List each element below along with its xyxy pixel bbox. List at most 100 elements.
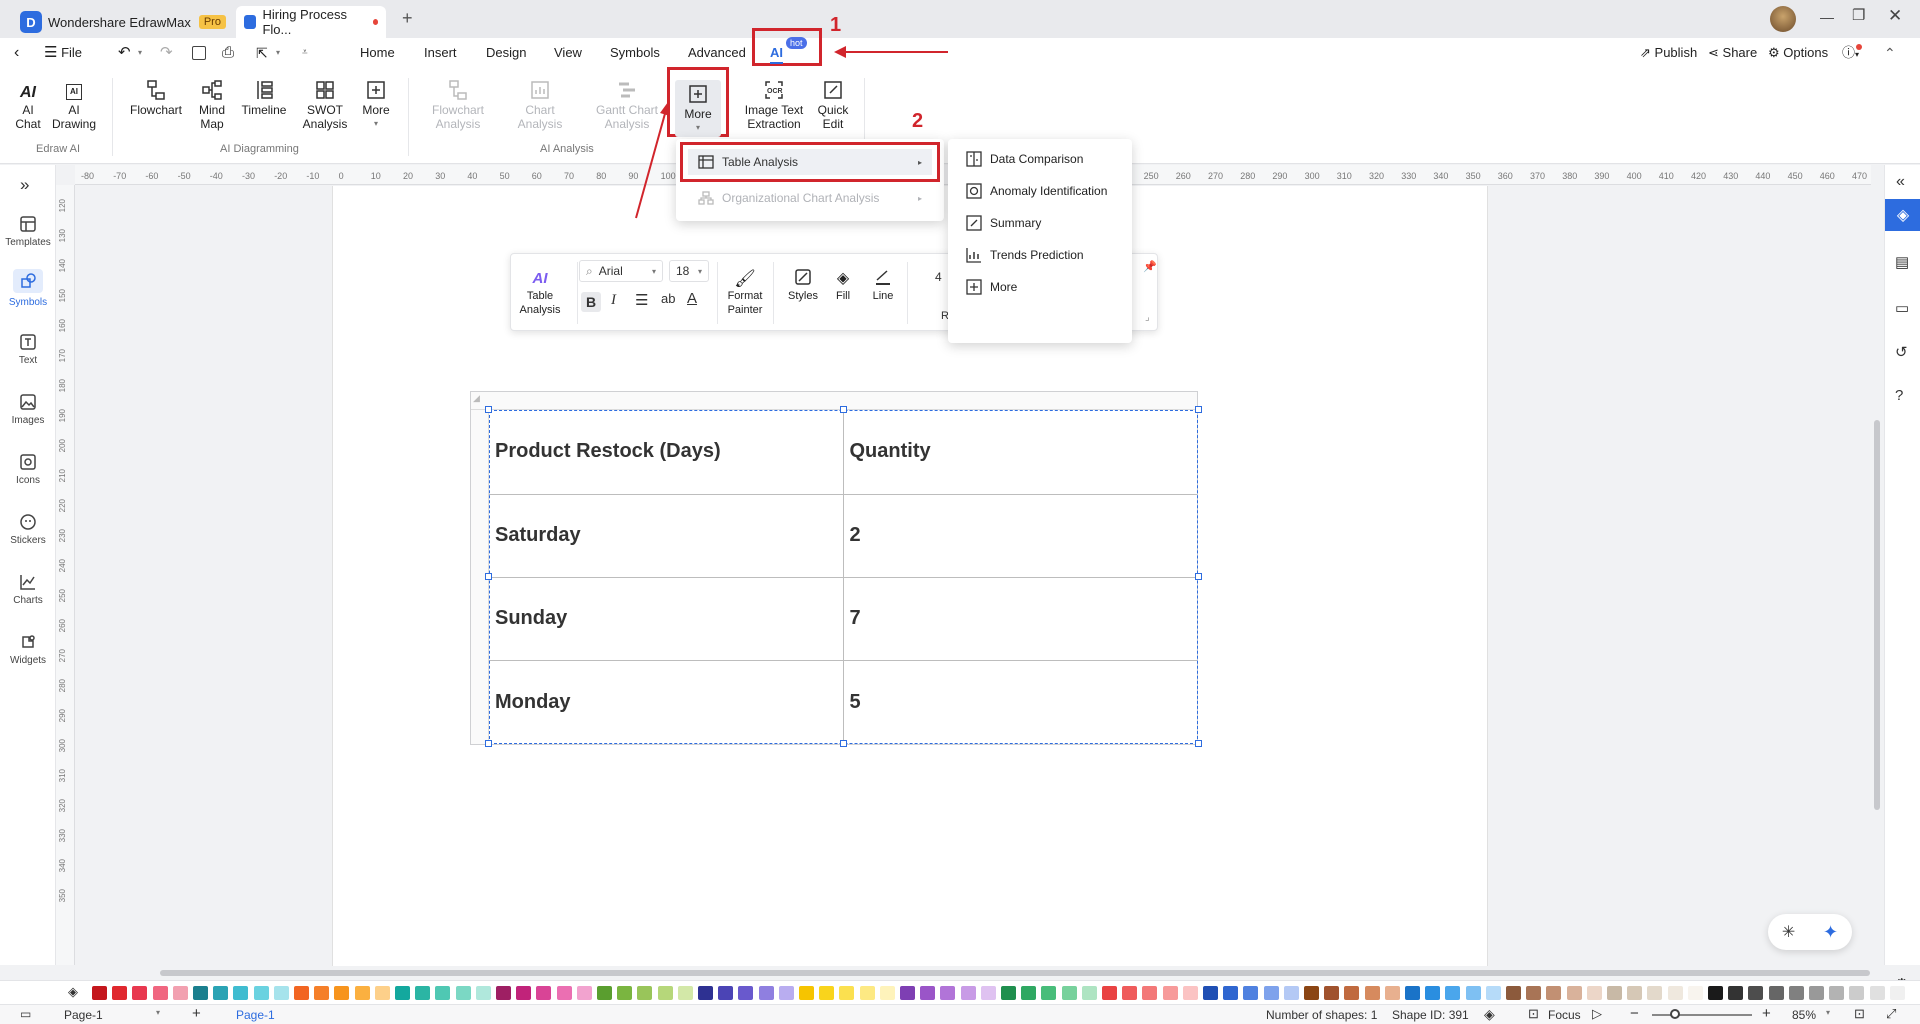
color-swatch[interactable] bbox=[1304, 986, 1319, 1000]
fill-button[interactable]: ◈ Fill bbox=[827, 264, 859, 303]
menu-advanced[interactable]: Advanced bbox=[688, 38, 746, 68]
menu-item-anomaly-identification[interactable]: Anomaly Identification bbox=[966, 183, 1107, 199]
document-tab[interactable]: Hiring Process Flo... bbox=[236, 6, 386, 38]
presentation-icon[interactable]: ▭ bbox=[1895, 299, 1909, 317]
quick-access-dropdown-icon[interactable]: ⩡ bbox=[302, 38, 308, 68]
color-swatch[interactable] bbox=[677, 986, 693, 1000]
page-tab[interactable]: Page-1 bbox=[236, 1008, 275, 1022]
options-button[interactable]: ⚙ Options bbox=[1768, 38, 1828, 68]
help-icon[interactable]: ⓘ▾ bbox=[1842, 38, 1859, 68]
resize-handle[interactable] bbox=[1195, 573, 1202, 580]
color-swatch[interactable] bbox=[1162, 986, 1178, 1000]
save-icon[interactable] bbox=[192, 46, 206, 60]
font-size-select[interactable]: 18 ▾ bbox=[669, 260, 709, 282]
color-swatch[interactable] bbox=[314, 986, 330, 1000]
color-swatch[interactable] bbox=[1324, 986, 1340, 1000]
color-swatch[interactable] bbox=[1283, 986, 1299, 1000]
color-swatch[interactable] bbox=[1566, 986, 1582, 1000]
print-icon[interactable]: ⎙ bbox=[222, 38, 234, 68]
menu-item-data-comparison[interactable]: Data Comparison bbox=[966, 151, 1083, 167]
color-swatch[interactable] bbox=[597, 986, 612, 1000]
history-icon[interactable]: ↺ bbox=[1895, 343, 1908, 361]
color-swatch[interactable] bbox=[1708, 986, 1723, 1000]
color-swatch[interactable] bbox=[294, 986, 309, 1000]
fill-properties-button[interactable]: ◈ bbox=[1885, 199, 1920, 231]
color-swatch[interactable] bbox=[536, 986, 552, 1000]
color-swatch[interactable] bbox=[1607, 986, 1622, 1000]
italic-button[interactable]: I bbox=[611, 292, 616, 309]
pin-icon[interactable]: 📌 bbox=[1143, 260, 1157, 273]
zoom-in-icon[interactable]: + bbox=[1762, 1005, 1771, 1022]
table-shape[interactable]: ◢ Product Restock (Days) Quantity Saturd… bbox=[470, 391, 1198, 745]
color-swatch[interactable] bbox=[496, 986, 511, 1000]
color-swatch[interactable] bbox=[455, 986, 471, 1000]
sidebar-item-templates[interactable]: Templates bbox=[0, 215, 56, 248]
sidebar-item-icons[interactable]: Icons bbox=[0, 453, 56, 486]
collapse-panel-icon[interactable]: « bbox=[1896, 173, 1905, 191]
align-button[interactable]: ☰ bbox=[635, 291, 648, 309]
color-swatch[interactable] bbox=[980, 986, 996, 1000]
color-swatch[interactable] bbox=[758, 986, 774, 1000]
color-swatch[interactable] bbox=[1809, 986, 1824, 1000]
new-tab-plus-icon[interactable]: + bbox=[402, 8, 413, 29]
styles-button[interactable]: Styles bbox=[783, 264, 823, 303]
color-swatch[interactable] bbox=[738, 986, 754, 1000]
focus-icon[interactable]: ⊡ bbox=[1528, 1006, 1539, 1022]
ai-drawing-button[interactable]: AI AI Drawing bbox=[50, 78, 98, 131]
restore-icon[interactable]: ❐ bbox=[1852, 6, 1865, 24]
sidebar-item-charts[interactable]: Charts bbox=[0, 573, 56, 606]
color-swatch[interactable] bbox=[1869, 986, 1885, 1000]
export-dropdown-icon[interactable]: ▾ bbox=[276, 38, 280, 68]
magic-wand-icon[interactable]: ✳ bbox=[1782, 922, 1795, 942]
menu-ai[interactable]: AI bbox=[770, 38, 783, 64]
color-swatch[interactable] bbox=[213, 986, 229, 1000]
color-swatch[interactable] bbox=[940, 986, 956, 1000]
resize-corner-icon[interactable]: ⌟ bbox=[1145, 312, 1150, 323]
color-swatch[interactable] bbox=[637, 986, 653, 1000]
collapse-ribbon-icon[interactable]: ⌃ bbox=[1884, 38, 1896, 68]
color-swatch[interactable] bbox=[920, 986, 936, 1000]
zoom-slider-thumb[interactable] bbox=[1670, 1009, 1680, 1019]
color-swatch[interactable] bbox=[1364, 986, 1380, 1000]
color-swatch[interactable] bbox=[1243, 986, 1259, 1000]
share-button[interactable]: ⋖ Share bbox=[1708, 38, 1757, 68]
bold-button[interactable]: B bbox=[581, 292, 601, 312]
color-swatch[interactable] bbox=[233, 986, 249, 1000]
color-swatch[interactable] bbox=[172, 986, 188, 1000]
menu-view[interactable]: View bbox=[554, 38, 582, 68]
color-swatch[interactable] bbox=[132, 986, 148, 1000]
data-table[interactable]: Product Restock (Days) Quantity Saturday… bbox=[489, 410, 1197, 744]
ai-sparkle-icon[interactable]: ✦ bbox=[1823, 922, 1838, 943]
color-swatch[interactable] bbox=[1203, 986, 1218, 1000]
color-swatch[interactable] bbox=[1081, 986, 1097, 1000]
fullscreen-icon[interactable]: ⤢ bbox=[1886, 1006, 1896, 1022]
color-swatch[interactable] bbox=[799, 986, 814, 1000]
strikethrough-button[interactable]: ab bbox=[661, 291, 675, 306]
table-select-all-icon[interactable]: ◢ bbox=[473, 393, 480, 404]
resize-handle[interactable] bbox=[1195, 406, 1202, 413]
zoom-slider[interactable] bbox=[1652, 1014, 1752, 1016]
app-tab[interactable]: D Wondershare EdrawMax Pro bbox=[12, 6, 234, 38]
vertical-scrollbar[interactable] bbox=[1874, 420, 1880, 810]
color-swatch[interactable] bbox=[718, 986, 734, 1000]
color-swatch[interactable] bbox=[1849, 986, 1865, 1000]
user-avatar[interactable] bbox=[1770, 6, 1796, 32]
color-swatch[interactable] bbox=[374, 986, 390, 1000]
color-swatch[interactable] bbox=[1405, 986, 1420, 1000]
format-painter-button[interactable]: 🖌 Format Painter bbox=[723, 264, 767, 317]
focus-button[interactable]: Focus bbox=[1548, 1008, 1581, 1022]
color-swatch[interactable] bbox=[576, 986, 592, 1000]
menu-item-trends-prediction[interactable]: Trends Prediction bbox=[966, 247, 1084, 263]
color-swatch[interactable] bbox=[354, 986, 370, 1000]
color-swatch[interactable] bbox=[657, 986, 673, 1000]
color-swatch[interactable] bbox=[960, 986, 976, 1000]
back-icon[interactable]: ‹ bbox=[14, 38, 19, 68]
table-cell[interactable]: Monday bbox=[489, 660, 844, 744]
color-swatch[interactable] bbox=[1122, 986, 1138, 1000]
more-ai-analysis-button[interactable]: More ▾ bbox=[675, 80, 721, 137]
page-layout-icon[interactable]: ▭ bbox=[20, 1007, 31, 1021]
quick-edit-button[interactable]: Quick Edit bbox=[812, 78, 854, 131]
mind-map-button[interactable]: Mind Map bbox=[196, 78, 228, 131]
font-color-button[interactable]: A bbox=[687, 290, 697, 307]
expand-panel-icon[interactable]: » bbox=[20, 175, 29, 195]
